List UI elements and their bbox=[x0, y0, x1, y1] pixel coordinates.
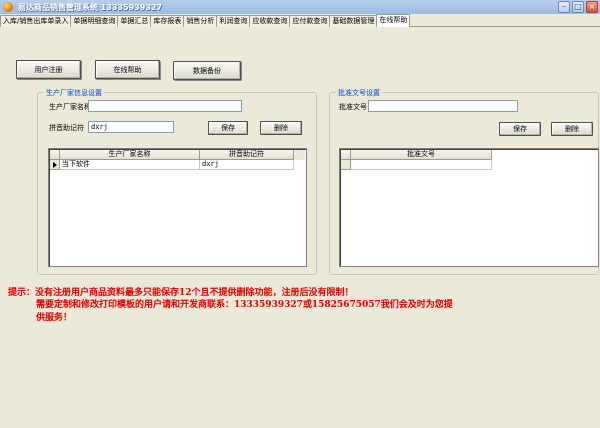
manufacturer-save-button[interactable]: 保存 bbox=[208, 121, 248, 135]
pinyin-label: 拼音助记符 bbox=[49, 124, 84, 132]
column-header-approval-number[interactable]: 批准文号 bbox=[351, 150, 492, 160]
approval-save-button[interactable]: 保存 bbox=[499, 122, 541, 136]
row-indicator-header bbox=[341, 150, 351, 160]
manufacturer-table-header: 生产厂家名称 拼音助记符 bbox=[50, 150, 305, 160]
close-button[interactable]: × bbox=[586, 1, 598, 13]
manufacturer-name-input[interactable] bbox=[88, 100, 242, 112]
online-help-button[interactable]: 在线帮助 bbox=[95, 60, 160, 79]
tab-profit-query[interactable]: 利润查询 bbox=[216, 15, 251, 27]
tab-sales-analysis[interactable]: 销售分析 bbox=[183, 15, 218, 27]
tab-base-data[interactable]: 基础数据管理 bbox=[329, 15, 378, 27]
window-title: 易达商品销售管理系统 13335939327 bbox=[18, 3, 163, 12]
tab-document-summary[interactable]: 单据汇总 bbox=[117, 15, 152, 27]
manufacturer-table[interactable]: 生产厂家名称 拼音助记符 当下软件 dxrj bbox=[48, 148, 307, 267]
approval-number-label: 批准文号 bbox=[339, 103, 367, 111]
approval-group-title: 批准文号设置 bbox=[336, 88, 382, 98]
column-header-manufacturer-name[interactable]: 生产厂家名称 bbox=[60, 150, 200, 160]
tab-inventory-report[interactable]: 库存报表 bbox=[150, 15, 185, 27]
current-row-indicator bbox=[50, 160, 60, 170]
tab-online-help[interactable]: 在线帮助 bbox=[376, 14, 411, 27]
manufacturer-name-label: 生产厂家名称 bbox=[49, 103, 91, 111]
notice-line-2: 需要定制和修改打印模板的用户请和开发商联系：13335939327或158256… bbox=[36, 300, 453, 310]
approval-delete-button[interactable]: 删除 bbox=[551, 122, 593, 136]
tab-bar: 入库/销售出库单录入 单据明细查询 单据汇总 库存报表 销售分析 利润查询 应收款查询 应付款… bbox=[0, 14, 600, 27]
maximize-button[interactable]: □ bbox=[572, 1, 584, 13]
approval-table[interactable]: 批准文号 bbox=[339, 148, 599, 267]
manufacturer-delete-button[interactable]: 删除 bbox=[260, 121, 302, 135]
table-cell-manufacturer-name[interactable]: 当下软件 bbox=[60, 160, 200, 170]
table-row[interactable] bbox=[341, 160, 492, 170]
tab-document-detail[interactable]: 单据明细查询 bbox=[70, 15, 119, 27]
tab-receivables[interactable]: 应收款查询 bbox=[249, 15, 291, 27]
minimize-button[interactable]: – bbox=[558, 1, 570, 13]
row-pointer-icon bbox=[53, 162, 57, 168]
app-logo-icon bbox=[3, 2, 13, 12]
title-bar: 易达商品销售管理系统 13335939327 – □ × bbox=[0, 0, 600, 14]
notice-line-3: 供服务！ bbox=[36, 313, 73, 323]
table-cell-pinyin[interactable]: dxrj bbox=[200, 160, 294, 170]
data-backup-button[interactable]: 数据备份 bbox=[173, 61, 241, 80]
table-row[interactable]: 当下软件 dxrj bbox=[50, 160, 305, 170]
tab-stock-sales-entry[interactable]: 入库/销售出库单录入 bbox=[0, 15, 72, 27]
column-header-pinyin[interactable]: 拼音助记符 bbox=[200, 150, 294, 160]
pinyin-input[interactable]: dxrj bbox=[88, 121, 174, 133]
table-cell-approval-number[interactable] bbox=[351, 160, 492, 170]
manufacturer-group-title: 生产厂家信息设置 bbox=[44, 88, 104, 98]
row-indicator bbox=[341, 160, 351, 170]
register-button[interactable]: 用户注册 bbox=[16, 60, 81, 79]
approval-table-header: 批准文号 bbox=[341, 150, 492, 160]
tab-payables[interactable]: 应付款查询 bbox=[289, 15, 331, 27]
row-indicator-header bbox=[50, 150, 60, 160]
approval-number-input[interactable] bbox=[368, 100, 518, 112]
